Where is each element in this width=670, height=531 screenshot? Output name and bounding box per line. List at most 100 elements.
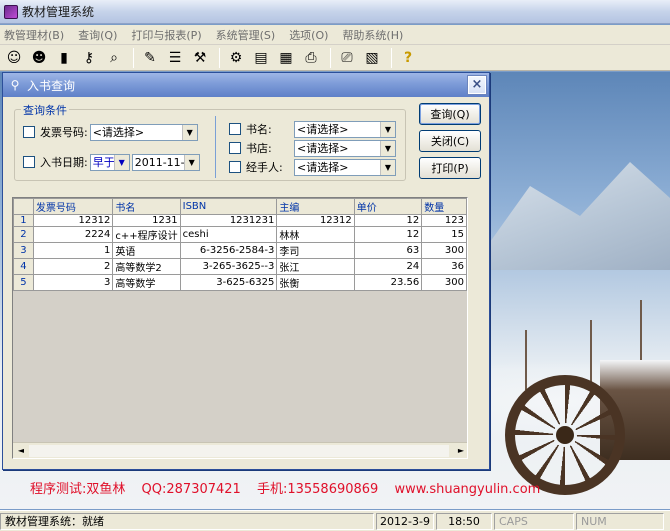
column-header-invoice[interactable]: 发票号码	[32, 198, 114, 215]
cell-name[interactable]: 1231	[112, 214, 181, 227]
bookname-label: 书名:	[246, 123, 272, 136]
table-row[interactable]: 4 2 高等数学2 3-265-3625--3 张江 24 36	[13, 258, 467, 275]
menu-item-system[interactable]: 系统管理(S)	[216, 27, 276, 43]
scroll-left-icon[interactable]: ◄	[14, 445, 28, 457]
cell-editor[interactable]: 张衡	[276, 274, 355, 291]
menu-item-query[interactable]: 查询(Q)	[78, 27, 117, 43]
user-icon[interactable]: ☺	[3, 47, 25, 69]
invoice-checkbox[interactable]	[23, 126, 35, 138]
store-filter-row: 书店: <请选择> ▼	[229, 139, 396, 157]
calculator-icon[interactable]: ▦	[275, 47, 297, 69]
menu-item-print-reports[interactable]: 打印与报表(P)	[131, 27, 201, 43]
chevron-down-icon[interactable]: ▼	[183, 154, 199, 170]
handler-checkbox[interactable]	[229, 161, 241, 173]
cell-qty[interactable]: 36	[421, 258, 467, 275]
book-edit-icon[interactable]: ✎	[139, 47, 161, 69]
table-row[interactable]: 3 1 英语 6-3256-2584-3 李司 63 300	[13, 242, 467, 259]
printer-icon[interactable]: ⎚	[336, 47, 358, 69]
bookname-checkbox[interactable]	[229, 123, 241, 135]
column-header-qty[interactable]: 数量	[421, 198, 467, 215]
search-icon[interactable]: ⌕	[103, 47, 125, 69]
pin-icon: ⚲	[10, 78, 20, 92]
cell-name[interactable]: c++程序设计	[112, 226, 181, 243]
notebook-icon[interactable]: ▤	[250, 47, 272, 69]
gear-icon[interactable]: ⚙	[225, 47, 247, 69]
tools-icon[interactable]: ⚒	[189, 47, 211, 69]
cell-price[interactable]: 23.56	[353, 274, 423, 291]
menu-item-materials[interactable]: 教管理材(B)	[4, 27, 64, 43]
cell-editor[interactable]: 林林	[276, 226, 355, 243]
column-header-editor[interactable]: 主编	[276, 198, 355, 215]
date-operator-select[interactable]: 早于 ▼	[89, 153, 130, 171]
table-row[interactable]: 1 12312 1231 1231231 12312 12 123	[13, 214, 467, 227]
cell-isbn[interactable]: ceshi	[179, 226, 278, 243]
cell-isbn[interactable]: 3-265-3625--3	[179, 258, 278, 275]
users-icon[interactable]: ☻	[28, 47, 50, 69]
table-row[interactable]: 2 2224 c++程序设计 ceshi 林林 12 15	[13, 226, 467, 243]
cell-editor[interactable]: 12312	[276, 214, 355, 227]
cell-qty[interactable]: 300	[421, 274, 467, 291]
invoice-select[interactable]: <请选择> ▼	[89, 123, 198, 141]
cell-invoice[interactable]: 3	[32, 274, 114, 291]
cell-name[interactable]: 高等数学	[112, 274, 181, 291]
cell-invoice[interactable]: 2	[32, 258, 114, 275]
menu-item-options[interactable]: 选项(O)	[289, 27, 328, 43]
credit-tester: 程序测试:双鱼林	[30, 482, 126, 497]
cell-invoice[interactable]: 1	[32, 242, 114, 259]
chevron-down-icon[interactable]: ▼	[380, 159, 395, 175]
cell-name[interactable]: 英语	[112, 242, 181, 259]
cell-editor[interactable]: 李司	[276, 242, 355, 259]
column-header-name[interactable]: 书名	[112, 198, 181, 215]
results-grid[interactable]: 发票号码 书名 ISBN 主编 单价 数量 1 12312 1231 12312…	[12, 197, 468, 459]
dialog-title-bar[interactable]: ⚲ 入书查询	[3, 73, 489, 97]
cell-price[interactable]: 63	[353, 242, 423, 259]
chevron-down-icon[interactable]: ▼	[113, 154, 129, 170]
close-icon[interactable]: ×	[468, 76, 486, 94]
horizontal-scrollbar[interactable]: ◄ ►	[13, 442, 467, 458]
store-checkbox[interactable]	[229, 142, 241, 154]
store-select[interactable]: <请选择> ▼	[294, 139, 396, 157]
cell-isbn[interactable]: 1231231	[179, 214, 278, 227]
chevron-down-icon[interactable]: ▼	[380, 140, 395, 156]
cell-qty[interactable]: 300	[421, 242, 467, 259]
cell-editor[interactable]: 张江	[276, 258, 355, 275]
background-wheel-hub	[553, 423, 577, 447]
cell-qty[interactable]: 123	[421, 214, 467, 227]
print-form-icon[interactable]: ⎙	[300, 47, 322, 69]
cell-price[interactable]: 24	[353, 258, 423, 275]
toolbar-separator	[330, 47, 331, 68]
credit-qq: QQ:287307421	[141, 482, 241, 497]
table-row[interactable]: 5 3 高等数学 3-625-6325 张衡 23.56 300	[13, 274, 467, 291]
scroll-right-icon[interactable]: ►	[454, 445, 467, 457]
help-icon[interactable]: ?	[397, 47, 419, 69]
handler-label: 经手人:	[246, 161, 283, 174]
cell-price[interactable]: 12	[353, 214, 423, 227]
key-icon[interactable]: ⚷	[78, 47, 100, 69]
date-picker[interactable]: 2011-11-29 ▼	[131, 153, 200, 171]
cell-qty[interactable]: 15	[421, 226, 467, 243]
reports-icon[interactable]: ▧	[361, 47, 383, 69]
door-icon[interactable]: ▮	[53, 47, 75, 69]
close-button[interactable]: 关闭(C)	[419, 130, 481, 152]
chevron-down-icon[interactable]: ▼	[181, 124, 197, 140]
cell-isbn[interactable]: 3-625-6325	[179, 274, 278, 291]
list-icon[interactable]: ☰	[164, 47, 186, 69]
chevron-down-icon[interactable]: ▼	[380, 121, 395, 137]
query-button[interactable]: 查询(Q)	[419, 103, 481, 125]
bookname-select[interactable]: <请选择> ▼	[294, 120, 396, 138]
scrollbar-thumb[interactable]	[29, 445, 449, 457]
cell-invoice[interactable]: 2224	[32, 226, 114, 243]
column-header-isbn[interactable]: ISBN	[179, 198, 278, 215]
toolbar-separator	[219, 47, 220, 68]
cell-invoice[interactable]: 12312	[32, 214, 114, 227]
date-checkbox[interactable]	[23, 156, 35, 168]
handler-select[interactable]: <请选择> ▼	[294, 158, 396, 176]
credit-site[interactable]: www.shuangyulin.com	[394, 482, 540, 497]
cell-price[interactable]: 12	[353, 226, 423, 243]
column-header-price[interactable]: 单价	[353, 198, 423, 215]
cell-name[interactable]: 高等数学2	[112, 258, 181, 275]
menu-item-help[interactable]: 帮助系统(H)	[342, 27, 403, 43]
cell-isbn[interactable]: 6-3256-2584-3	[179, 242, 278, 259]
status-bar: 教材管理系统：就绪 2012-3-9 18:50 CAPS NUM	[0, 510, 670, 531]
print-button[interactable]: 打印(P)	[419, 157, 481, 179]
